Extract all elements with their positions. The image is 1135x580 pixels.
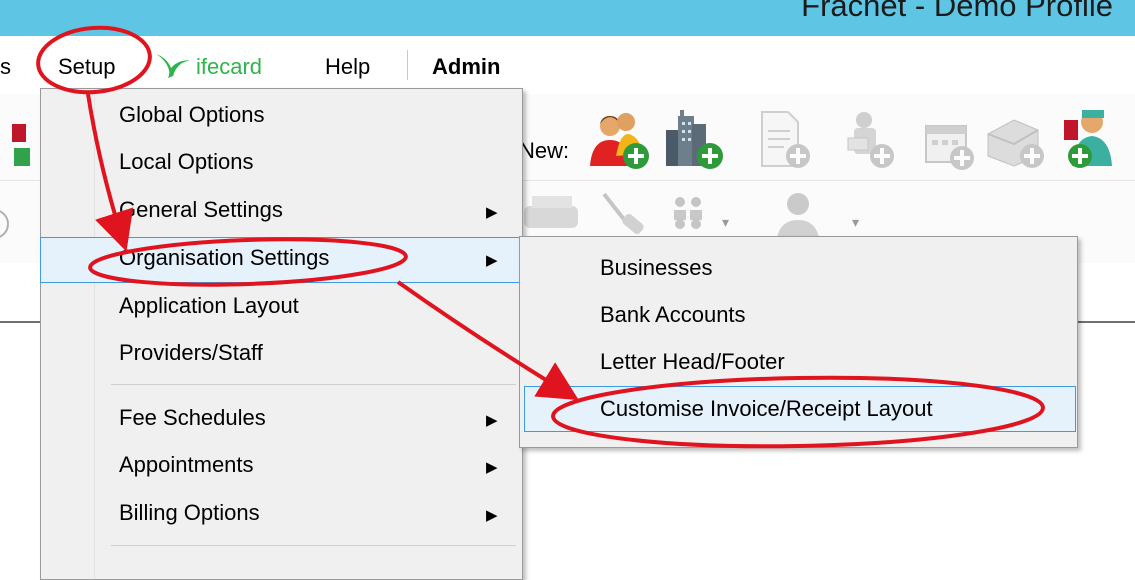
submenu-item-letter-head-footer[interactable]: Letter Head/Footer — [520, 340, 1077, 384]
menu-item-label: Application Layout — [119, 293, 299, 318]
new-payment-icon[interactable] — [840, 108, 900, 177]
submenu-arrow-icon: ▶ — [486, 252, 498, 269]
new-provider-icon[interactable] — [1058, 106, 1120, 177]
menu-item-fee-schedules[interactable]: Fee Schedules ▶ — [41, 398, 522, 442]
window-titlebar: Frachet - Demo Profile — [0, 0, 1135, 36]
menu-bar: s Setup ifecard Help Admin — [0, 36, 1135, 94]
menu-item-appointments[interactable]: Appointments ▶ — [41, 445, 522, 489]
scanner-icon[interactable] — [520, 188, 584, 243]
submenu-item-businesses[interactable]: Businesses — [520, 246, 1077, 290]
menu-item-local-options[interactable]: Local Options — [41, 142, 522, 186]
lifecard-swoosh-icon — [152, 50, 192, 88]
menu-separator — [407, 50, 408, 80]
setup-menu: Global Options Local Options General Set… — [40, 88, 523, 580]
organisation-settings-submenu: Businesses Bank Accounts Letter Head/Foo… — [519, 236, 1078, 448]
submenu-arrow-icon: ▶ — [486, 412, 498, 429]
menu-setup[interactable]: Setup — [58, 54, 116, 80]
toolbar-partial-icon[interactable] — [0, 118, 32, 175]
submenu-arrow-icon: ▶ — [486, 459, 498, 476]
new-label: New: — [519, 138, 570, 163]
menu-item-providers-staff[interactable]: Providers/Staff — [41, 333, 522, 377]
menu-item-label: Local Options — [119, 149, 254, 174]
chevron-down-icon-2[interactable]: ▾ — [852, 214, 859, 231]
submenu-arrow-icon: ▶ — [486, 507, 498, 524]
menu-item-application-layout[interactable]: Application Layout — [41, 286, 522, 330]
menu-item-organisation-settings[interactable]: Organisation Settings ▶ — [40, 237, 523, 283]
window-title: Frachet - Demo Profile — [801, 0, 1113, 23]
submenu-item-bank-accounts[interactable]: Bank Accounts — [520, 293, 1077, 337]
partial-circle-icon[interactable] — [0, 204, 16, 249]
submenu-item-label: Businesses — [600, 255, 713, 280]
menu-item-label: Fee Schedules — [119, 405, 266, 430]
menu-lifecard[interactable]: ifecard — [196, 54, 262, 80]
new-patient-icon[interactable] — [588, 110, 654, 177]
menu-item-label: Organisation Settings — [119, 245, 330, 270]
new-calendar-icon[interactable] — [920, 120, 980, 177]
menu-separator — [111, 545, 516, 546]
menu-item-general-settings[interactable]: General Settings ▶ — [41, 190, 522, 234]
new-document-icon[interactable] — [756, 110, 816, 177]
menu-item-global-options[interactable]: Global Options — [41, 95, 522, 139]
menu-item-label: Appointments — [119, 452, 254, 477]
submenu-arrow-icon: ▶ — [486, 204, 498, 221]
menu-separator — [111, 384, 516, 385]
menu-help[interactable]: Help — [325, 54, 370, 80]
menu-item-label: Providers/Staff — [119, 340, 263, 365]
submenu-item-label: Bank Accounts — [600, 302, 746, 327]
menu-item-label: General Settings — [119, 197, 283, 222]
menu-item-label: Global Options — [119, 102, 265, 127]
new-facility-icon[interactable] — [984, 112, 1048, 177]
menu-item-billing-options[interactable]: Billing Options ▶ — [41, 493, 522, 537]
submenu-item-customise-invoice-receipt-layout[interactable]: Customise Invoice/Receipt Layout — [524, 386, 1076, 432]
menu-item-label: Billing Options — [119, 500, 260, 525]
chevron-down-icon[interactable]: ▾ — [722, 214, 729, 231]
submenu-item-label: Letter Head/Footer — [600, 349, 785, 374]
new-business-icon[interactable] — [662, 108, 728, 177]
submenu-item-label: Customise Invoice/Receipt Layout — [600, 396, 933, 421]
menu-admin[interactable]: Admin — [432, 54, 500, 80]
menu-item-partial[interactable]: s — [0, 54, 11, 80]
